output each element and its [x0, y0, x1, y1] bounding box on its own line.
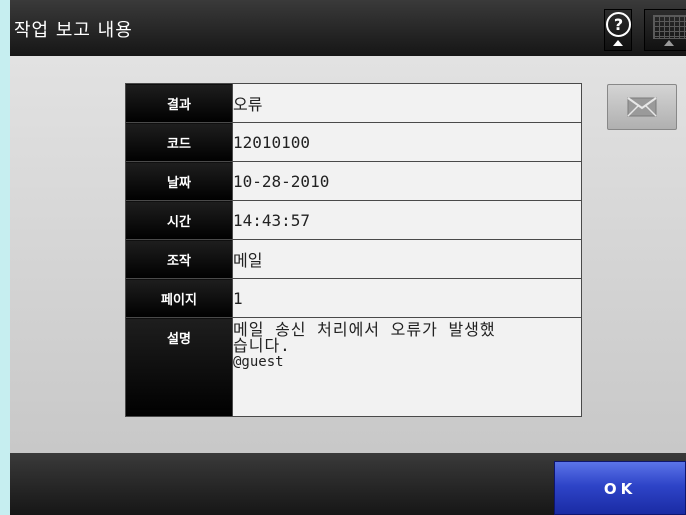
- help-button[interactable]: ?: [604, 9, 632, 51]
- description-line: 습니다.: [233, 336, 291, 355]
- row-value: 1: [232, 278, 582, 318]
- table-row: 날짜 10-28-2010: [125, 161, 582, 201]
- row-label: 결과: [125, 83, 233, 123]
- row-label: 조작: [125, 239, 233, 279]
- description-user: @guest: [233, 354, 284, 370]
- row-label: 시간: [125, 200, 233, 240]
- main-content: 결과 오류 코드 12010100 날짜 10-28-2010 시간 14:43…: [10, 56, 686, 453]
- row-value: 12010100: [232, 122, 582, 162]
- table-row: 페이지 1: [125, 278, 582, 318]
- ok-button[interactable]: OK: [554, 461, 686, 515]
- title-bar: 작업 보고 내용 ?: [10, 0, 686, 56]
- keyboard-button[interactable]: [644, 9, 686, 51]
- row-label: 코드: [125, 122, 233, 162]
- row-value: 14:43:57: [232, 200, 582, 240]
- mail-button[interactable]: [607, 84, 677, 130]
- table-row: 조작 메일: [125, 239, 582, 279]
- row-label: 페이지: [125, 278, 233, 318]
- description-value: 메일 송신 처리에서 오류가 발생했 습니다. @guest: [232, 317, 582, 417]
- bottom-bar: OK: [10, 453, 686, 515]
- up-arrow-icon: [664, 40, 674, 46]
- report-table: 결과 오류 코드 12010100 날짜 10-28-2010 시간 14:43…: [125, 83, 582, 417]
- row-value: 10-28-2010: [232, 161, 582, 201]
- table-row: 결과 오류: [125, 83, 582, 123]
- row-value: 메일: [232, 239, 582, 279]
- description-row: 설명 메일 송신 처리에서 오류가 발생했 습니다. @guest: [125, 317, 582, 417]
- row-value: 오류: [232, 83, 582, 123]
- help-icon: ?: [606, 12, 631, 37]
- keyboard-icon: [653, 15, 686, 39]
- up-arrow-icon: [613, 40, 623, 46]
- row-label: 날짜: [125, 161, 233, 201]
- table-row: 시간 14:43:57: [125, 200, 582, 240]
- page-title: 작업 보고 내용: [14, 20, 133, 41]
- app-window: 작업 보고 내용 ? 결과 오류 코드 12010100 날짜 10-28-20…: [10, 0, 686, 515]
- row-label: 설명: [125, 317, 233, 417]
- table-row: 코드 12010100: [125, 122, 582, 162]
- envelope-icon: [627, 97, 657, 117]
